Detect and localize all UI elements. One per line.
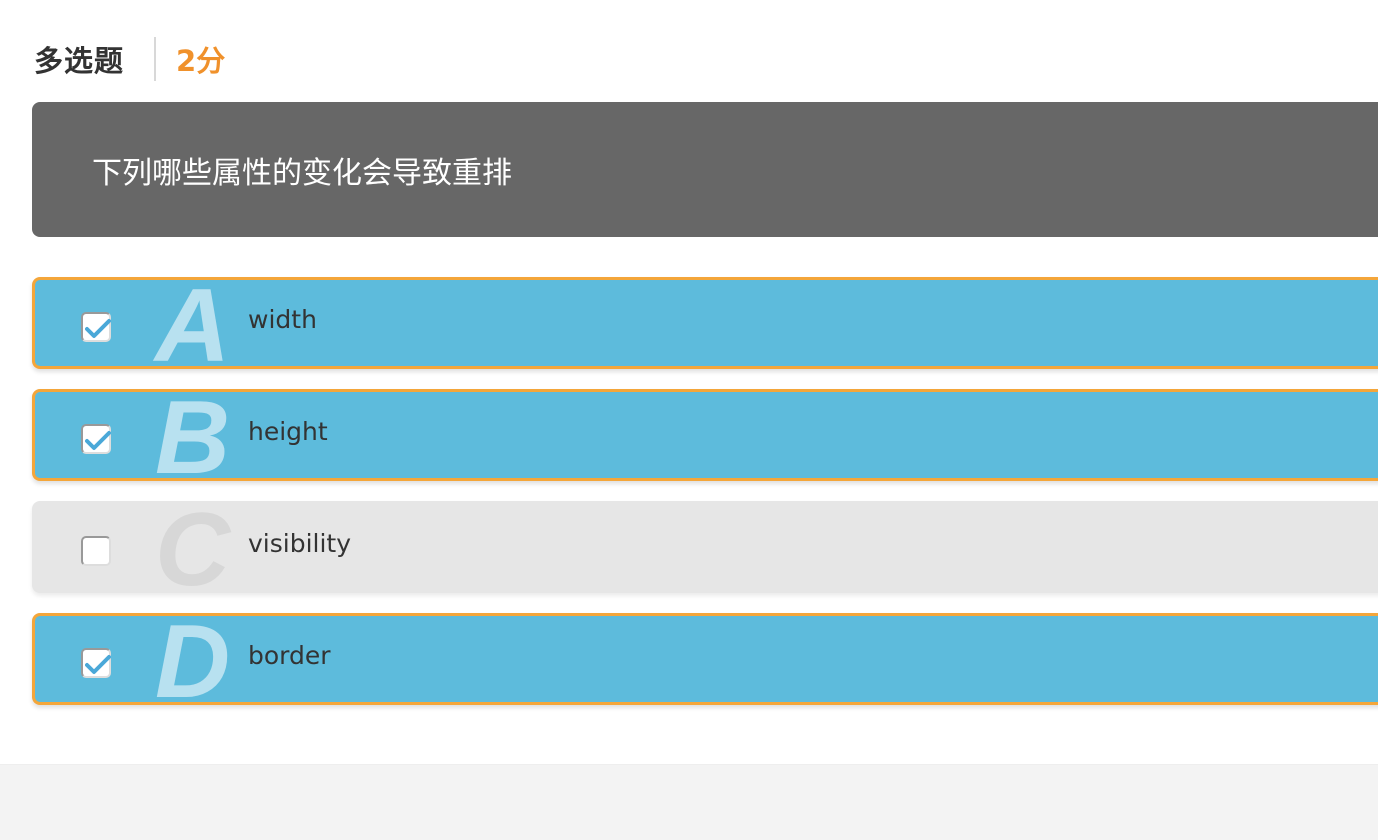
check-icon (85, 431, 111, 450)
header-divider (154, 37, 157, 81)
option-d-text: border (248, 641, 331, 670)
question-text: 下列哪些属性的变化会导致重排 (92, 156, 512, 191)
option-d[interactable]: D border (32, 613, 1378, 705)
quiz-page: 多选题 2分 下列哪些属性的变化会导致重排 A width B height C… (0, 0, 1378, 840)
option-b-text: height (248, 417, 328, 446)
check-icon (85, 655, 111, 674)
question-box: 下列哪些属性的变化会导致重排 (32, 102, 1378, 237)
option-a-checkbox[interactable] (81, 312, 111, 342)
option-d-checkbox[interactable] (81, 648, 111, 678)
option-b[interactable]: B height (32, 389, 1378, 481)
option-a-letter: A (155, 277, 231, 369)
question-header: 多选题 2分 (34, 36, 225, 82)
score-label: 2分 (176, 44, 226, 78)
option-b-letter: B (155, 389, 231, 481)
check-icon (85, 319, 111, 338)
question-type-label: 多选题 (34, 44, 125, 78)
option-a[interactable]: A width (32, 277, 1378, 369)
option-c-checkbox[interactable] (81, 536, 111, 566)
option-c[interactable]: C visibility (32, 501, 1378, 593)
option-d-letter: D (155, 613, 231, 705)
option-c-text: visibility (248, 529, 352, 558)
footer-area (0, 764, 1378, 840)
option-b-checkbox[interactable] (81, 424, 111, 454)
option-a-text: width (248, 305, 317, 334)
option-c-letter: C (155, 501, 231, 593)
